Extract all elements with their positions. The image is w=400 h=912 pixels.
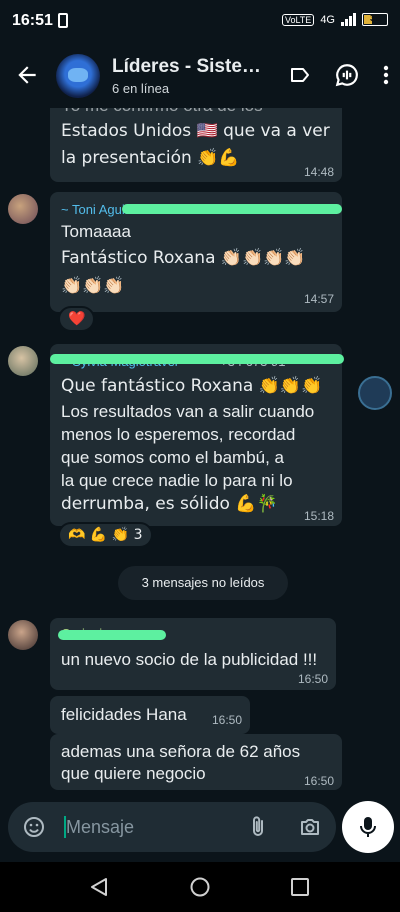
message-line: Fantástico Roxana 👏🏻👏🏻👏🏻👏🏻 bbox=[61, 248, 306, 268]
home-nav-icon[interactable] bbox=[189, 876, 211, 898]
sender-avatar[interactable] bbox=[8, 194, 38, 224]
message-line: un nuevo socio de la publicidad !!! bbox=[61, 650, 318, 669]
message-time: 16:50 bbox=[303, 774, 334, 788]
message-line: que quiere negocio bbox=[61, 764, 206, 783]
status-bar: 16:51 VoLTE 4G 39 bbox=[0, 0, 400, 44]
message-line: la presentación 👏💪 bbox=[61, 148, 240, 168]
group-avatar[interactable] bbox=[56, 54, 100, 98]
message-line: Los resultados van a salir cuando bbox=[61, 402, 315, 421]
unread-divider: 3 mensajes no leídos bbox=[118, 566, 288, 600]
message-time: 16:50 bbox=[211, 713, 242, 727]
message-input[interactable]: Mensaje bbox=[66, 817, 134, 838]
status-time: 16:51 bbox=[12, 12, 53, 29]
message-line: 👏🏻👏🏻👏🏻 bbox=[61, 276, 125, 296]
message-bubble[interactable]: Yo me confirmó otra de los Estados Unido… bbox=[50, 108, 342, 182]
attach-icon[interactable] bbox=[248, 815, 268, 839]
battery-icon: 39 bbox=[362, 13, 388, 26]
message-bubble[interactable]: ~ Toni Aguilar Saez Tomaaaa Fantástico R… bbox=[50, 192, 342, 312]
message-time: 14:48 bbox=[303, 165, 334, 179]
sender-avatar[interactable] bbox=[8, 620, 38, 650]
system-nav-bar bbox=[0, 862, 400, 912]
message-bubble[interactable]: felicidades Hana 16:50 bbox=[50, 696, 250, 734]
back-nav-icon[interactable] bbox=[88, 876, 110, 898]
mic-button[interactable] bbox=[342, 801, 394, 853]
reaction-badge[interactable]: 🫶 💪 👏 3 bbox=[58, 522, 153, 548]
sender-avatar[interactable] bbox=[8, 346, 38, 376]
message-line: Estados Unidos 🇺🇸 que va a ver bbox=[61, 121, 330, 141]
volte-badge: VoLTE bbox=[281, 13, 315, 26]
sim-icon bbox=[58, 13, 68, 28]
message-composer[interactable]: Mensaje bbox=[8, 802, 336, 852]
back-arrow-icon[interactable] bbox=[14, 62, 40, 88]
message-line: que somos como el bambú, a bbox=[61, 448, 285, 467]
message-line: ademas una señora de 62 años bbox=[61, 742, 301, 761]
reaction-badge[interactable]: ❤️ bbox=[58, 306, 96, 332]
signal-type: 4G bbox=[320, 13, 335, 26]
redaction-mark bbox=[122, 204, 342, 214]
message-line: felicidades Hana bbox=[61, 705, 187, 724]
chat-area[interactable]: Yo me confirmó otra de los Estados Unido… bbox=[0, 108, 400, 792]
message-bubble[interactable]: ademas una señora de 62 años que quiere … bbox=[50, 734, 342, 790]
mic-icon bbox=[360, 817, 376, 837]
message-bubble[interactable]: ~ Sylvia Magiotravel +34 673 91 Que fant… bbox=[50, 344, 344, 526]
online-count: 6 en línea bbox=[112, 81, 170, 96]
redaction-mark bbox=[58, 630, 166, 640]
status-right: VoLTE 4G 39 bbox=[281, 13, 388, 26]
chat-header: Líderes - Siste… 6 en línea bbox=[0, 44, 400, 108]
sticker-icon[interactable] bbox=[22, 815, 46, 839]
voice-chat-icon[interactable] bbox=[334, 62, 360, 88]
battery-level: 39 bbox=[369, 13, 380, 23]
message-line: Tomaaaa bbox=[61, 222, 131, 241]
label-icon[interactable] bbox=[288, 63, 312, 87]
recents-nav-icon[interactable] bbox=[290, 877, 310, 897]
message-line: Que fantástico Roxana 👏👏👏 bbox=[61, 376, 323, 396]
message-bubble[interactable]: Corinaiosem un nuevo socio de la publici… bbox=[50, 618, 336, 690]
message-time: 15:18 bbox=[303, 509, 334, 523]
floating-assistant-icon[interactable] bbox=[358, 376, 392, 410]
group-title[interactable]: Líderes - Siste… bbox=[112, 56, 261, 78]
message-line: derrumba, es sólido 💪🎋 bbox=[61, 494, 278, 514]
redaction-mark bbox=[50, 354, 344, 364]
more-options-icon[interactable] bbox=[382, 63, 390, 87]
signal-icon bbox=[341, 13, 356, 26]
message-line: Yo me confirmó otra de los bbox=[61, 108, 263, 116]
message-time: 14:57 bbox=[303, 292, 334, 306]
message-line: la que crece nadie lo para ni lo bbox=[61, 471, 293, 490]
message-line: menos lo esperemos, recordad bbox=[61, 425, 296, 444]
message-time: 16:50 bbox=[297, 672, 328, 686]
camera-icon[interactable] bbox=[298, 815, 322, 839]
